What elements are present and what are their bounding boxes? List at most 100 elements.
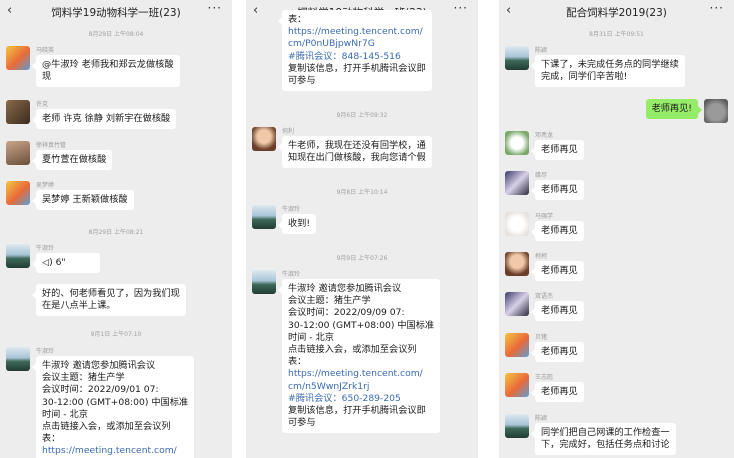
voice-duration-text: 6": [55, 257, 66, 268]
message-line: 老师再见: [541, 225, 578, 236]
cartoon-avatar[interactable]: [505, 333, 529, 357]
message-bubble[interactable]: @牛淑玲 老师我和郑云龙做核酸现: [32, 55, 180, 88]
message-line: 时间 - 北京: [288, 331, 334, 343]
meeting-link[interactable]: #腾讯会议：848-145-516: [288, 51, 426, 63]
message-line: 下课了，未完成任务点的同学继续: [541, 59, 679, 70]
chat-title: 饲料学19动物科学一班(23): [51, 7, 181, 19]
landscape-avatar[interactable]: [252, 205, 276, 229]
timestamp: 9月6日 上午09:32: [336, 112, 388, 119]
sender-name: 徐祥真竹管: [36, 142, 67, 149]
anime-avatar[interactable]: [505, 171, 529, 195]
message-bubble[interactable]: 牛老师，我现在还没有回学校，通 知现在出门做核酸，我向您请个假: [278, 136, 432, 169]
message-line: 点击链接入会，或添加至会议列: [288, 344, 417, 356]
message-line: 会议主题：猪生产学: [42, 372, 125, 384]
message-line: 复制该信息，打开手机腾讯会议即: [288, 62, 426, 74]
woman-avatar[interactable]: [505, 252, 529, 276]
person-avatar[interactable]: [6, 100, 30, 124]
sender-name: 贝猪: [535, 334, 548, 341]
landscape-avatar[interactable]: [505, 46, 529, 70]
more-options-icon[interactable]: ···: [454, 2, 468, 14]
message-bubble[interactable]: 表： https://meeting.tencent.com/cm/P0nUBjp…: [278, 10, 432, 92]
message-line: 知现在出门做核酸，我向您请个假: [288, 152, 426, 164]
meeting-link[interactable]: cm/P0nUBjpwNr7G: [288, 38, 426, 50]
meeting-link[interactable]: https://meeting.tencent.com/: [42, 445, 188, 457]
message-bubble[interactable]: 老师再见: [531, 382, 584, 403]
message-line: 老师再见!: [651, 103, 692, 114]
sender-name: 缘尽: [535, 172, 548, 179]
message-line: 表：: [288, 14, 307, 25]
message-bubble[interactable]: 老师再见: [531, 342, 584, 363]
message-bubble[interactable]: 老师再见: [531, 180, 584, 201]
message-bubble[interactable]: 老师再见: [531, 221, 584, 242]
message-bubble[interactable]: 老师再见!: [645, 99, 703, 120]
chat-panel-3: ‹ 配合饲料学2019(23) ··· 8月31日 上午09:51 陈颖 下课了，未完成任…: [499, 0, 734, 458]
message-bubble[interactable]: 牛淑玲 邀请您参加腾讯会议 会议主题：猪生产学 会议时间：2022/09/09 07…: [277, 279, 441, 434]
landscape-avatar[interactable]: [6, 347, 30, 371]
cartoon-avatar[interactable]: [6, 181, 30, 205]
sender-name: 牛淑玲: [282, 206, 301, 213]
sender-name: 牛淑玲: [36, 348, 55, 355]
meeting-link[interactable]: https://meeting.tencent.com/: [288, 368, 434, 380]
woman-avatar[interactable]: [252, 127, 276, 151]
message-bubble[interactable]: 收到!: [277, 214, 317, 235]
meeting-link[interactable]: #腾讯会议：650-289-205: [288, 393, 434, 405]
cartoon-avatar[interactable]: [505, 373, 529, 397]
voice-wave-icon: ◁): [42, 257, 53, 268]
message-line: 30-12:00 (GMT+08:00) 中国标准: [42, 396, 189, 408]
chat-header: ‹ 配合饲料学2019(23) ···: [499, 0, 734, 22]
timestamp: 9月1日 上午07:10: [90, 331, 142, 338]
sender-name: 马强学: [535, 213, 554, 220]
message-line: 老师再见: [541, 305, 578, 316]
cat-avatar[interactable]: [704, 99, 728, 123]
sender-name: 陈颖: [535, 47, 548, 54]
message-line: 时间 - 北京: [42, 408, 88, 420]
chat-title: 配合饲料学2019(23): [566, 7, 667, 19]
meeting-link[interactable]: cm/n5WwnJZrk1rj: [288, 381, 434, 393]
message-line: 表：: [288, 356, 307, 368]
message-bubble[interactable]: 牛淑玲 邀请您参加腾讯会议 会议主题：猪生产学 会议时间：2022/09/01 07…: [31, 356, 195, 458]
sender-name: 许克: [36, 101, 49, 108]
meeting-link[interactable]: https://meeting.tencent.com/: [288, 26, 426, 38]
ghost-avatar[interactable]: [505, 131, 529, 155]
message-line: 复制该信息，打开手机腾讯会议即: [288, 405, 426, 417]
more-options-icon[interactable]: ···: [710, 2, 724, 14]
rabbit-avatar[interactable]: [505, 212, 529, 236]
message-line: 会议主题：猪生产学: [288, 295, 371, 307]
anime-avatar[interactable]: [505, 292, 529, 316]
message-line: 收到!: [288, 218, 311, 229]
sender-name: 邓亮龙: [535, 132, 554, 139]
message-line: 牛老师，我现在还没有回学校，通: [288, 140, 426, 151]
message-line: 同学们把自己网课的工作检查一: [541, 427, 670, 438]
sender-name: 牛淑玲: [282, 271, 301, 278]
timestamp: 8月31日 上午09:51: [589, 31, 644, 38]
timestamp: 9月9日 上午07:26: [336, 255, 388, 262]
message-line: 老师 许克 徐静 刘新宇在做核酸: [42, 113, 171, 124]
message-line: 现: [42, 71, 52, 83]
message-bubble[interactable]: 吴梦婷 王新颖做核酸: [32, 190, 134, 211]
message-bubble[interactable]: 夏竹萱在做核酸: [31, 150, 113, 171]
message-bubble[interactable]: 好的、何老师看见了，因为我们现 在是八点半上课。: [32, 284, 186, 317]
voice-message-bubble[interactable]: ◁) 6": [32, 253, 100, 274]
message-line: 会议时间：2022/09/09 07:: [288, 307, 405, 319]
more-options-icon[interactable]: ···: [208, 2, 222, 14]
message-bubble[interactable]: 老师 许克 徐静 刘新宇在做核酸: [31, 109, 177, 130]
landscape-avatar[interactable]: [6, 244, 30, 268]
message-bubble[interactable]: 老师再见: [531, 140, 584, 161]
timestamp: 8月29日 上午08:21: [88, 229, 144, 236]
message-line: 点击链接入会，或添加至会议列: [42, 421, 171, 433]
message-line: 30-12:00 (GMT+08:00) 中国标准: [288, 319, 435, 331]
chat-header: ‹饲料学19动物科学一班(23)···: [0, 0, 232, 22]
message-line: 夏竹萱在做核酸: [42, 154, 107, 165]
message-bubble[interactable]: 老师再见: [531, 301, 584, 322]
timestamp: 9月8日 上午10:14: [336, 189, 388, 196]
message-bubble[interactable]: 老师再见: [531, 261, 584, 282]
message-bubble[interactable]: 下课了，未完成任务点的同学继续 完成，同学们辛苦啦!: [531, 55, 685, 88]
sender-name: 吴梦婷: [36, 182, 55, 189]
message-line: 下，完成好，包括任务点和讨论: [541, 439, 670, 451]
photo-avatar[interactable]: [6, 141, 30, 165]
cartoon-avatar[interactable]: [6, 46, 30, 70]
message-bubble[interactable]: 同学们把自己网课的工作检查一 下，完成好，包括任务点和讨论: [531, 423, 676, 456]
landscape-avatar[interactable]: [505, 414, 529, 438]
chat-panel-2: ‹饲料学19动物科学一班(23)···表：https://meeting.ten…: [246, 0, 478, 458]
landscape-avatar[interactable]: [252, 270, 276, 294]
